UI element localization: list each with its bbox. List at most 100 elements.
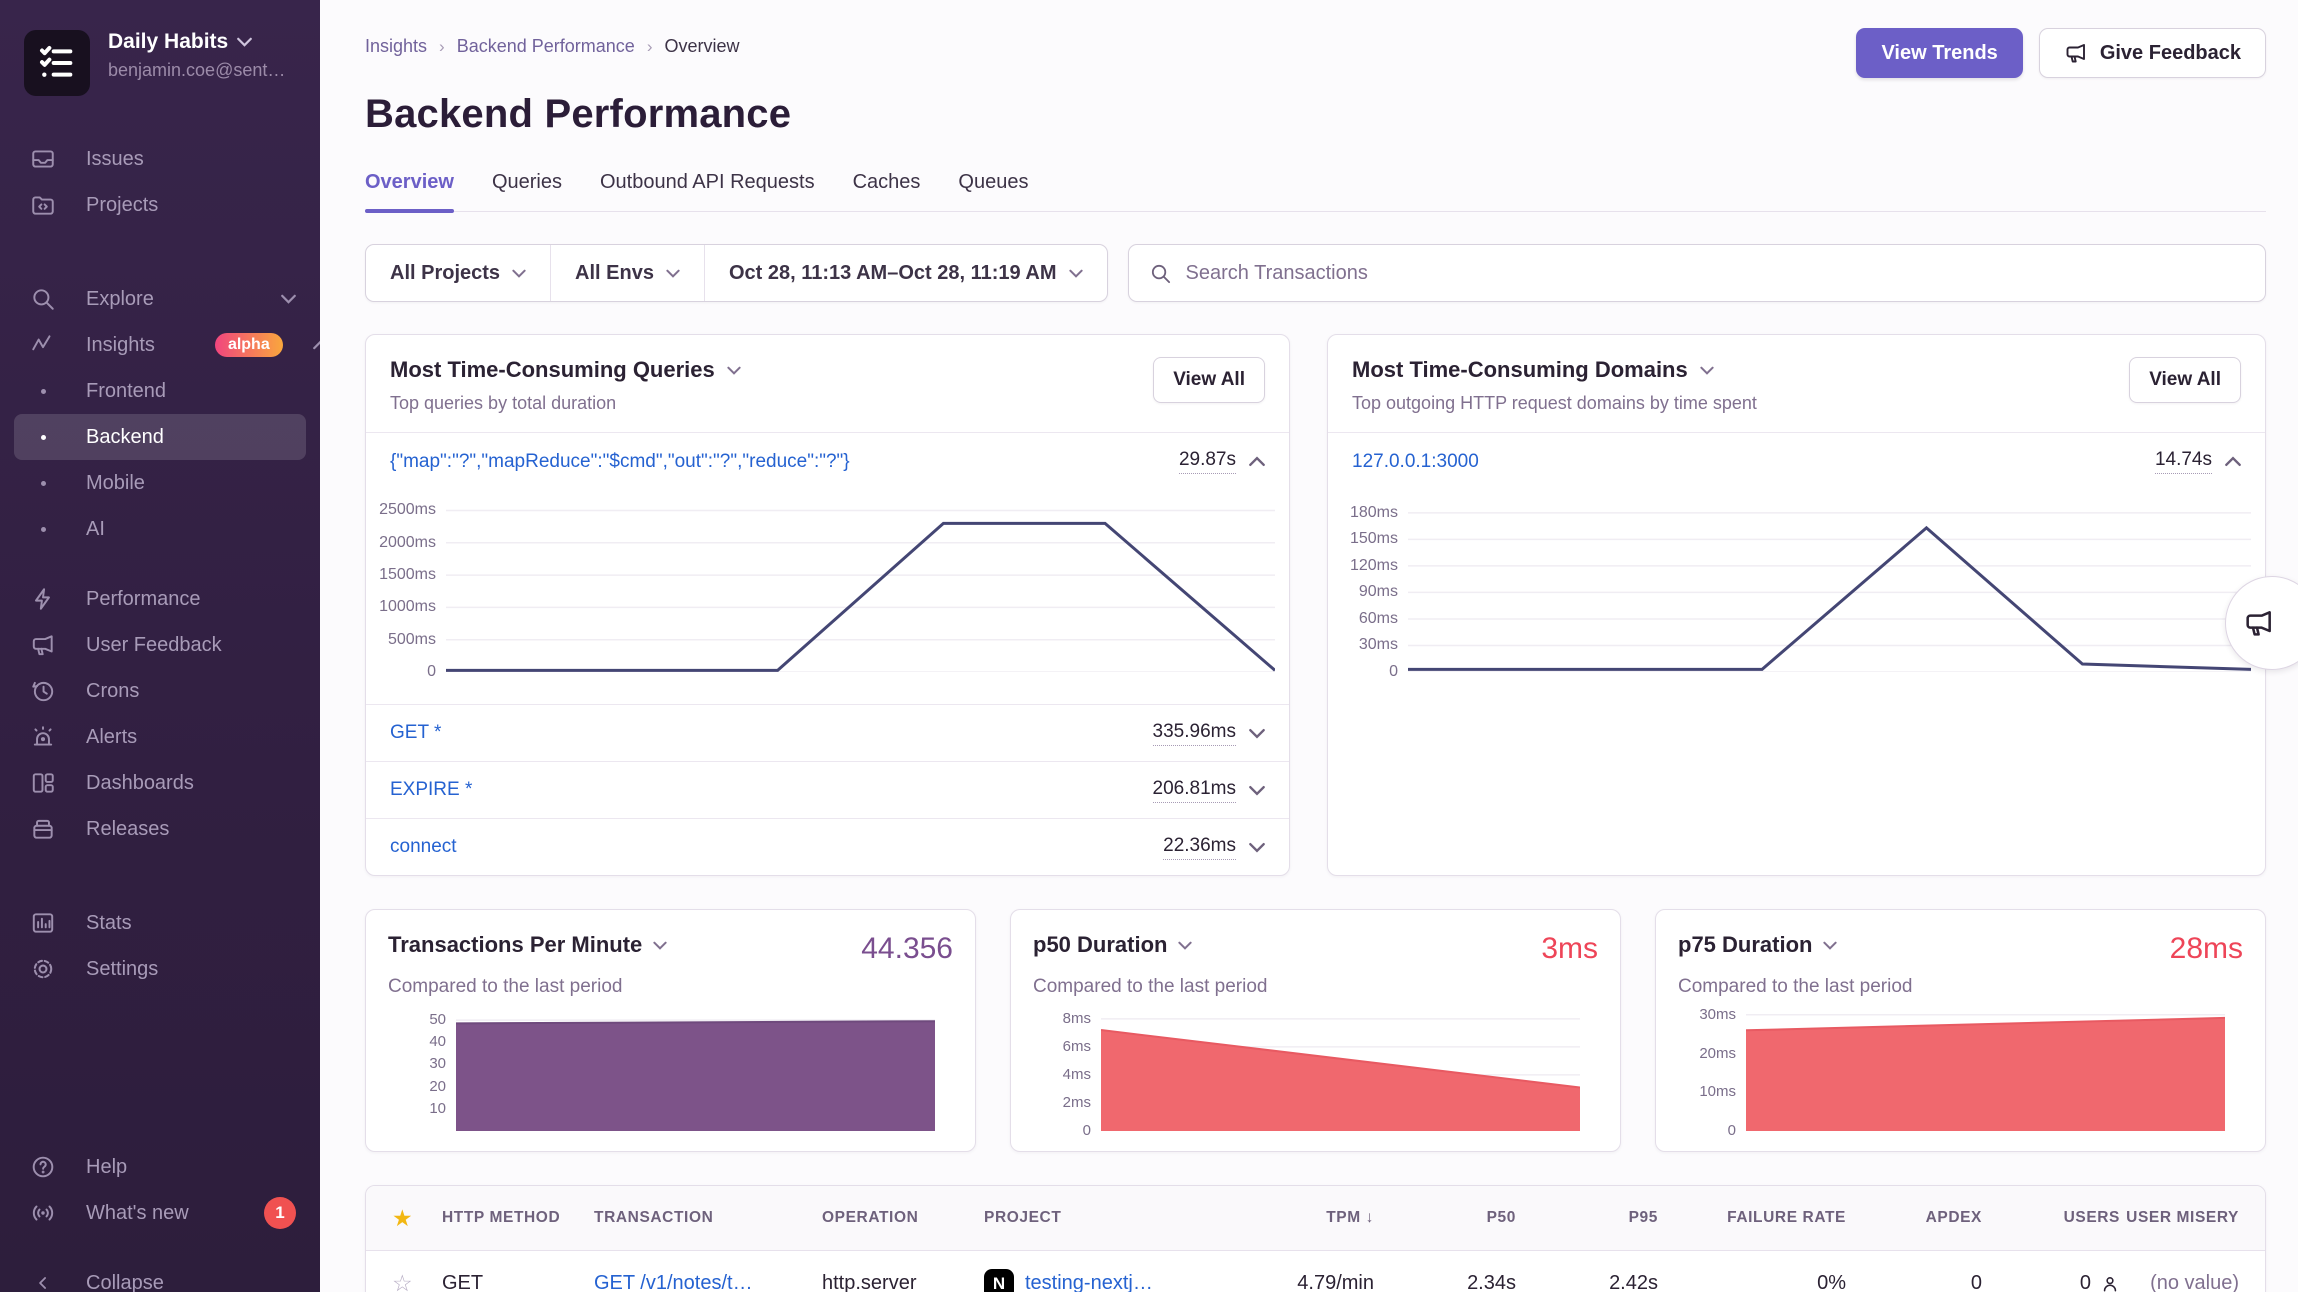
p75-title-dropdown[interactable]: p75 Duration — [1678, 932, 1837, 958]
sidebar-collapse-button[interactable]: Collapse — [14, 1260, 306, 1292]
lightning-icon — [30, 586, 56, 612]
chevron-down-icon — [666, 269, 680, 278]
bullet-icon — [30, 481, 56, 486]
sidebar-item-projects[interactable]: Projects — [14, 182, 306, 228]
column-project[interactable]: Project — [984, 1209, 1222, 1227]
tpm-value: 44.356 — [861, 932, 953, 966]
tab-overview[interactable]: Overview — [365, 171, 454, 211]
chevron-down-icon[interactable] — [1249, 785, 1265, 796]
cell-operation: http.server — [822, 1272, 984, 1292]
cell-tpm: 4.79/min — [1222, 1272, 1374, 1292]
sort-desc-arrow-icon: ↓ — [1366, 1209, 1374, 1226]
query-link[interactable]: GET * — [390, 722, 441, 744]
tpm-title-dropdown[interactable]: Transactions Per Minute — [388, 932, 667, 958]
queries-panel-title-dropdown[interactable]: Most Time-Consuming Queries Top queries … — [390, 357, 741, 414]
sidebar-item-stats[interactable]: Stats — [14, 900, 306, 946]
sidebar-item-ai[interactable]: AI — [14, 506, 306, 552]
org-avatar — [24, 30, 90, 96]
gear-icon — [30, 956, 56, 982]
view-trends-button[interactable]: View Trends — [1856, 28, 2022, 78]
date-range-dropdown[interactable]: Oct 28, 11:13 AM–Oct 28, 11:19 AM — [704, 245, 1107, 301]
org-name: Daily Habits — [108, 30, 228, 54]
domains-panel-title-dropdown[interactable]: Most Time-Consuming Domains Top outgoing… — [1352, 357, 1757, 414]
query-link[interactable]: EXPIRE * — [390, 779, 472, 801]
column-transaction[interactable]: Transaction — [594, 1209, 822, 1227]
most-time-consuming-domains-panel: Most Time-Consuming Domains Top outgoing… — [1327, 334, 2266, 876]
tab-queues[interactable]: Queues — [958, 171, 1028, 211]
domain-link[interactable]: 127.0.0.1:3000 — [1352, 451, 1479, 473]
search-icon — [30, 286, 56, 312]
sidebar-item-frontend[interactable]: Frontend — [14, 368, 306, 414]
sidebar-item-help[interactable]: Help — [14, 1144, 306, 1190]
domains-duration-chart: 180ms150ms120ms90ms60ms30ms0 — [1328, 490, 2265, 686]
chevron-down-icon — [237, 37, 252, 47]
tab-queries[interactable]: Queries — [492, 171, 562, 211]
user-icon — [2100, 1274, 2120, 1292]
breadcrumb-separator: › — [439, 37, 445, 57]
domain-row-expanded: 127.0.0.1:3000 14.74s — [1328, 433, 2265, 490]
sidebar-item-dashboards[interactable]: Dashboards — [14, 760, 306, 806]
sidebar-item-user-feedback[interactable]: User Feedback — [14, 622, 306, 668]
sidebar-item-whats-new[interactable]: What's new 1 — [14, 1190, 306, 1236]
project-link[interactable]: testing-nextj… — [1025, 1272, 1153, 1292]
column-user-misery[interactable]: User Misery — [2120, 1209, 2239, 1227]
tab-caches[interactable]: Caches — [853, 171, 921, 211]
breadcrumb-insights[interactable]: Insights — [365, 36, 427, 57]
sidebar-item-releases[interactable]: Releases — [14, 806, 306, 852]
column-users[interactable]: Users — [1982, 1209, 2120, 1227]
chevron-down-icon — [1178, 941, 1192, 950]
sidebar-item-settings[interactable]: Settings — [14, 946, 306, 992]
org-email: benjamin.coe@sent… — [108, 60, 285, 81]
queries-view-all-button[interactable]: View All — [1153, 357, 1265, 403]
column-failure-rate[interactable]: Failure Rate — [1658, 1209, 1846, 1227]
column-operation[interactable]: Operation — [822, 1209, 984, 1227]
star-filled-icon[interactable]: ★ — [392, 1205, 442, 1232]
breadcrumb-backend-performance[interactable]: Backend Performance — [457, 36, 635, 57]
chevron-down-icon — [653, 941, 667, 950]
sidebar-item-alerts[interactable]: Alerts — [14, 714, 306, 760]
archive-box-icon — [30, 816, 56, 842]
chevron-down-icon — [727, 366, 741, 375]
column-p95[interactable]: P95 — [1516, 1209, 1658, 1227]
chevron-down-icon — [512, 269, 526, 278]
project-filter-dropdown[interactable]: All Projects — [366, 245, 550, 301]
transaction-link[interactable]: GET /v1/notes/t… — [594, 1272, 753, 1292]
sidebar-item-explore[interactable]: Explore — [14, 276, 306, 322]
query-link[interactable]: {"map":"?","mapReduce":"$cmd","out":"?",… — [390, 451, 850, 473]
star-outline-icon[interactable]: ☆ — [392, 1270, 442, 1292]
sidebar-item-performance[interactable]: Performance — [14, 576, 306, 622]
query-row-expanded: {"map":"?","mapReduce":"$cmd","out":"?",… — [366, 433, 1289, 490]
column-apdex[interactable]: Apdex — [1846, 1209, 1982, 1227]
p50-value: 3ms — [1541, 932, 1598, 966]
chevron-up-icon[interactable] — [2225, 456, 2241, 467]
sidebar-item-issues[interactable]: Issues — [14, 136, 306, 182]
p50-title-dropdown[interactable]: p50 Duration — [1033, 932, 1192, 958]
domain-total-time[interactable]: 14.74s — [2155, 449, 2212, 474]
sidebar-item-mobile[interactable]: Mobile — [14, 460, 306, 506]
chevron-down-icon[interactable] — [281, 294, 296, 304]
p75-duration-card: p75 Duration 28ms Compared to the last p… — [1655, 909, 2266, 1152]
chevron-down-icon[interactable] — [1249, 842, 1265, 853]
org-switcher[interactable]: Daily Habits benjamin.coe@sent… — [14, 24, 306, 102]
transactions-table: ★ HTTP Method Transaction Operation Proj… — [365, 1185, 2266, 1292]
environment-filter-dropdown[interactable]: All Envs — [550, 245, 704, 301]
megaphone-icon — [2243, 607, 2275, 639]
sidebar-item-backend[interactable]: Backend — [14, 414, 306, 460]
domains-view-all-button[interactable]: View All — [2129, 357, 2241, 403]
tab-outbound-api-requests[interactable]: Outbound API Requests — [600, 171, 815, 211]
sidebar-item-insights[interactable]: Insights alpha — [14, 322, 306, 368]
column-http-method[interactable]: HTTP Method — [442, 1209, 594, 1227]
chevron-down-icon[interactable] — [1249, 728, 1265, 739]
give-feedback-button[interactable]: Give Feedback — [2039, 28, 2266, 78]
query-total-time[interactable]: 29.87s — [1179, 449, 1236, 474]
sidebar-nav: Issues Projects Explore — [14, 136, 306, 992]
column-tpm-sorted[interactable]: TPM ↓ — [1222, 1209, 1374, 1227]
clock-icon — [30, 678, 56, 704]
search-transactions-input[interactable] — [1186, 262, 2245, 285]
p75-chart: 30ms20ms10ms0 — [1678, 1009, 2243, 1137]
sidebar-item-crons[interactable]: Crons — [14, 668, 306, 714]
chevron-up-icon[interactable] — [1249, 456, 1265, 467]
query-link[interactable]: connect — [390, 836, 457, 858]
query-row: GET * 335.96ms — [366, 704, 1289, 761]
column-p50[interactable]: P50 — [1374, 1209, 1516, 1227]
